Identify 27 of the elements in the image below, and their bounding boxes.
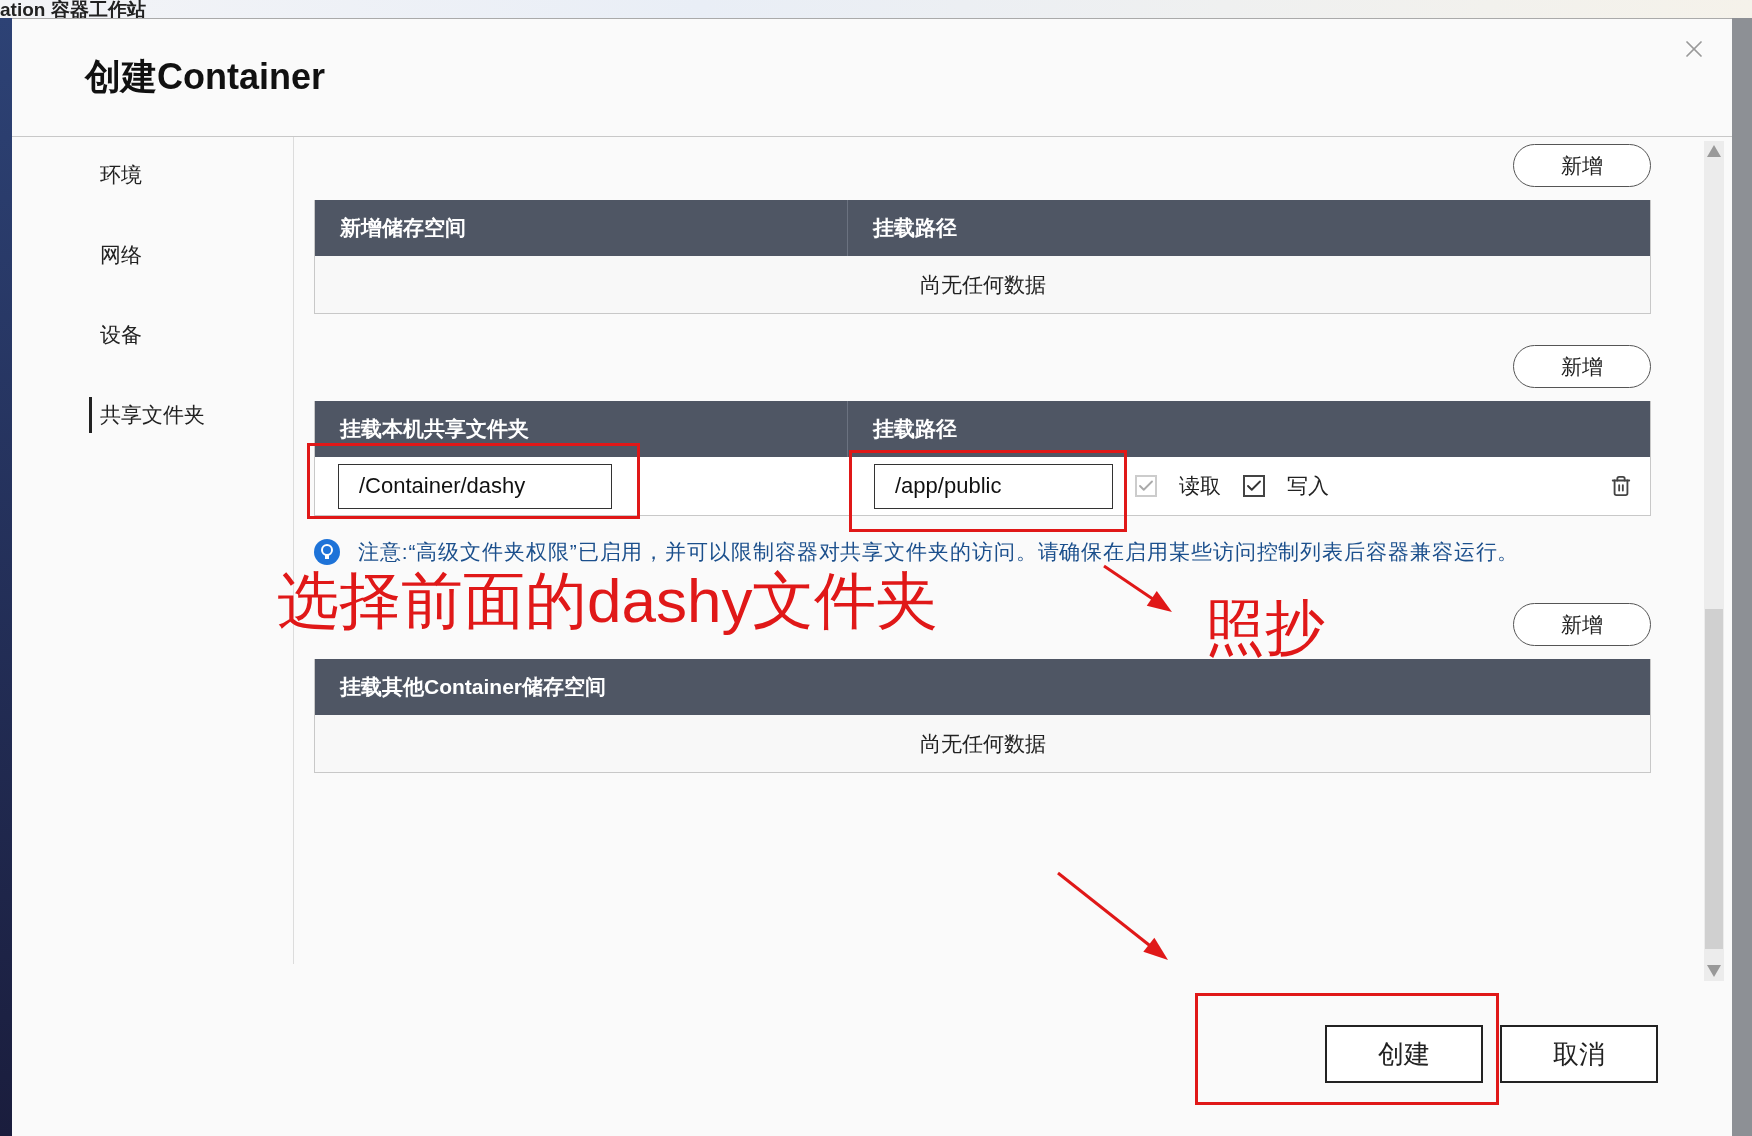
path-field[interactable]: /app/public (874, 463, 1113, 509)
column-header: 挂载其他Container储存空间 (338, 674, 607, 700)
sidebar-item[interactable]: 共享文件夹 (89, 397, 293, 433)
dialog-button[interactable]: 创建 (1325, 1025, 1483, 1083)
app-title: ation 容器工作站 (0, 2, 146, 18)
scroll-down-icon[interactable] (1707, 965, 1721, 977)
scroll-up-icon[interactable] (1707, 145, 1721, 157)
dialog-title: 创建Container (85, 55, 325, 99)
checkbox-label: 写入 (1287, 473, 1329, 499)
scrollbar[interactable] (1704, 141, 1724, 981)
annotation-text: 照抄 (1205, 598, 1325, 658)
trash-icon (1610, 475, 1632, 497)
sidebar-item[interactable]: 设备 (89, 317, 293, 353)
sidebar-item[interactable]: 环境 (89, 157, 293, 193)
checkbox[interactable] (1243, 475, 1265, 497)
folder-field[interactable]: /Container/dashy (338, 463, 612, 509)
dialog-button[interactable]: 取消 (1500, 1025, 1658, 1083)
add-button[interactable]: 新增 (1513, 144, 1651, 187)
lightbulb-icon (314, 539, 340, 565)
annotation-arrow (1103, 564, 1172, 612)
sidebar-item[interactable]: 网络 (89, 237, 293, 273)
add-button[interactable]: 新增 (1513, 345, 1651, 388)
column-header: 挂载路径 (871, 416, 958, 442)
note-text: 注意:“高级文件夹权限”已启用，并可以限制容器对共享文件夹的访问。请确保在启用某些访问控制列表后容器兼容运行。 (358, 539, 1520, 565)
column-header: 挂载路径 (871, 215, 958, 241)
checkbox-label: 读取 (1179, 473, 1221, 499)
add-button[interactable]: 新增 (1513, 603, 1651, 646)
